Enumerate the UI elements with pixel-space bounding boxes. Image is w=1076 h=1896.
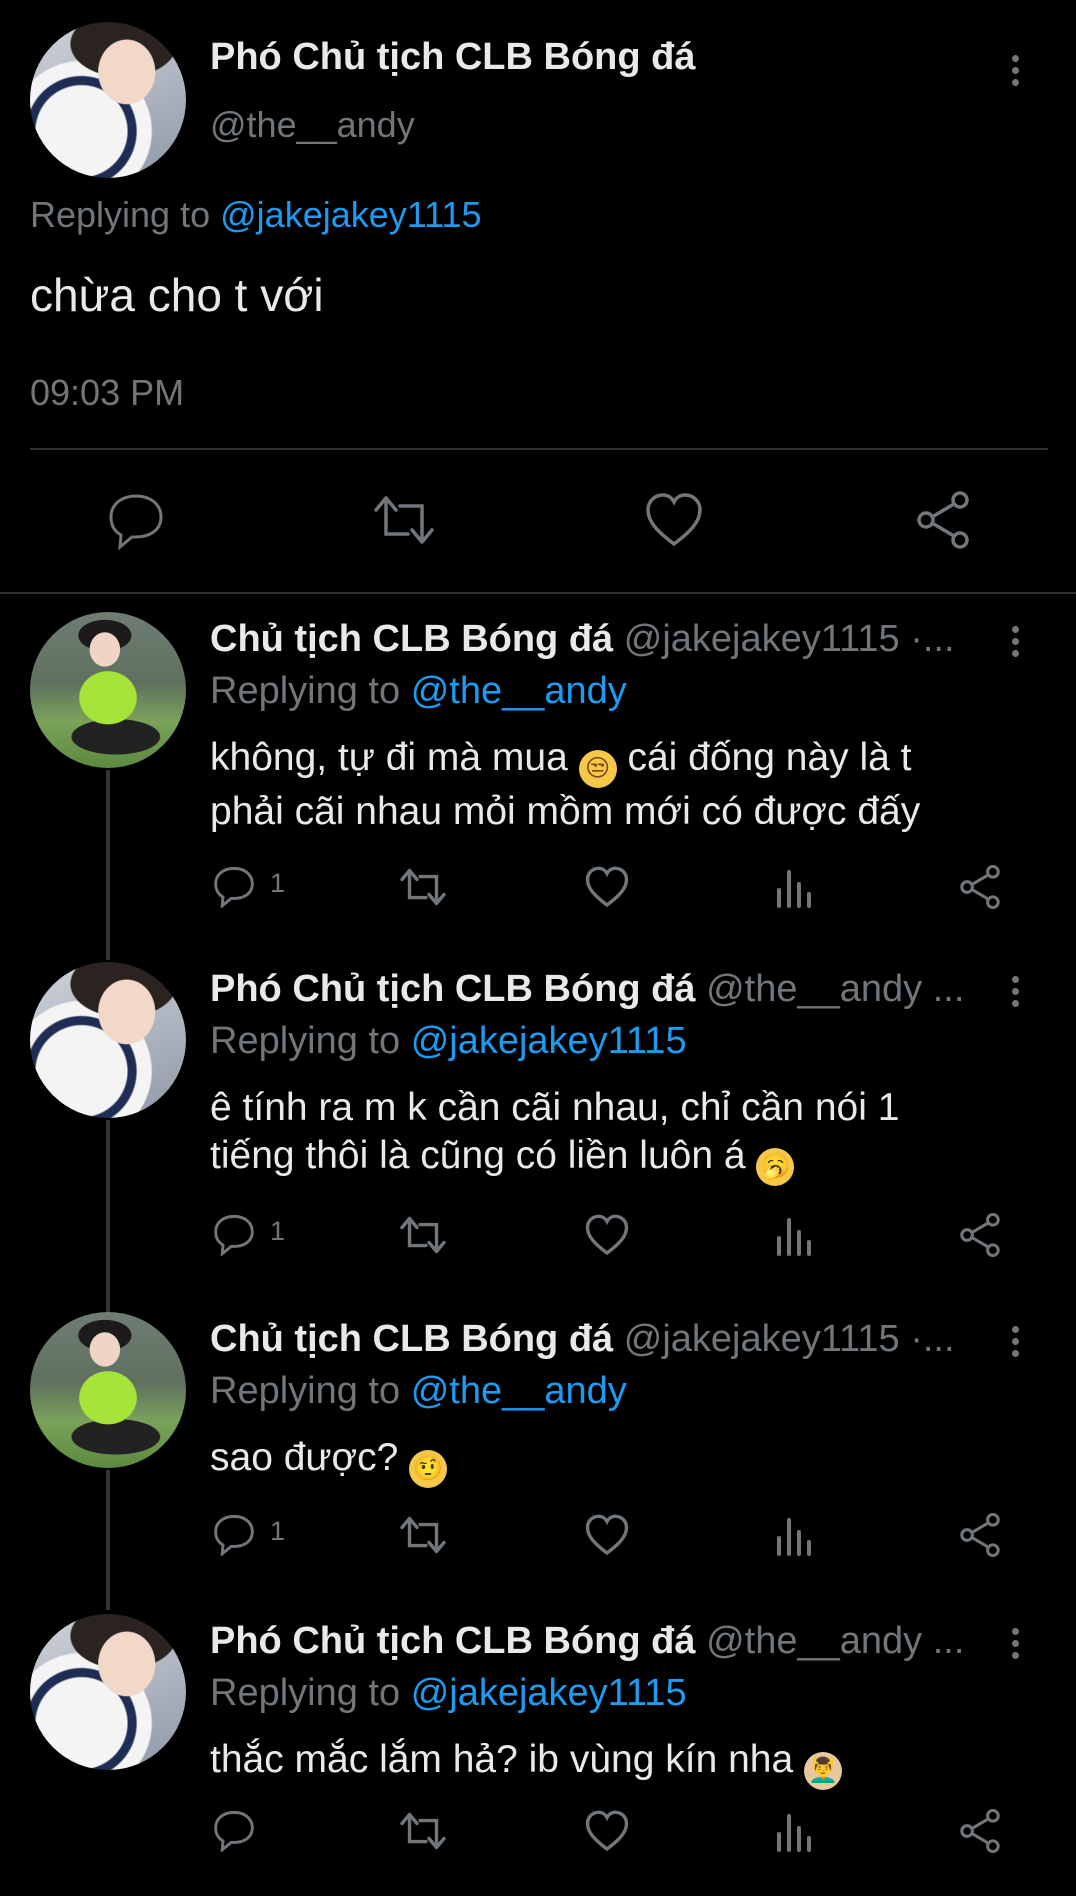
more-vertical-icon[interactable] [1006,1326,1024,1366]
reply-action-bar: 1 [0,1510,1076,1558]
replying-to-line: Replying to @jakejakey1115 [30,194,482,236]
share-icon[interactable] [958,1808,1002,1854]
reply-action-bar: 1 [0,1210,1076,1258]
analytics-icon[interactable] [774,1214,814,1256]
reply-text-line: ê tính ra m k cần cãi nhau, chỉ cần nói … [210,1086,900,1129]
main-action-bar [0,490,1076,550]
retweet-icon[interactable] [398,1810,448,1852]
reply-author-handle[interactable]: @jakejakey1115 ·... [624,618,955,660]
replying-label: Replying to [30,194,211,235]
more-vertical-icon[interactable] [1006,626,1024,666]
avatar-the-andy[interactable] [30,22,186,178]
avatar-the-andy[interactable] [30,962,186,1118]
like-icon[interactable] [584,1810,630,1852]
main-tweet-text: chừa cho t với [30,269,324,321]
retweet-icon[interactable] [398,1214,448,1256]
reply-text-line: sao được? [210,1436,399,1479]
person-massage-emoji-icon: 💆‍♂️ [804,1752,843,1790]
replying-to-line: Replying to @the__andy [210,670,627,713]
divider [30,448,1048,450]
replying-to-link[interactable]: @the__andy [411,1370,627,1412]
main-tweet-time: 09:03 PM [30,372,185,413]
replying-to-line: Replying to @the__andy [210,1370,627,1413]
reply-count: 1 [270,1216,286,1246]
yawning-emoji-icon: 🥱 [756,1148,795,1186]
more-vertical-icon[interactable] [1006,976,1024,1016]
retweet-icon[interactable] [398,866,448,908]
reply-icon[interactable] [212,1808,256,1852]
avatar-jakejakey[interactable] [30,612,186,768]
share-icon[interactable] [958,1512,1002,1558]
main-author-handle[interactable]: @the__andy [210,104,415,146]
replying-label: Replying to [210,1672,401,1714]
more-vertical-icon[interactable] [1006,1628,1024,1668]
share-icon[interactable] [958,864,1002,910]
replying-label: Replying to [210,1020,401,1062]
reply-text-line: phải cãi nhau mỏi mồm mới có được đấy [210,790,921,833]
reply-text-line: cái đống này là t [627,736,912,779]
replying-to-line: Replying to @jakejakey1115 [210,1672,687,1715]
raised-eyebrow-emoji-icon: 🤨 [409,1450,448,1488]
replying-to-link[interactable]: @jakejakey1115 [411,1020,687,1062]
reply-author-handle[interactable]: @the__andy ... [706,968,964,1010]
reply-text: không, tự đi mà mua 😒 cái đống này là t … [210,734,1040,836]
replying-to-line: Replying to @jakejakey1115 [210,1020,687,1063]
reply-author-name[interactable]: Phó Chủ tịch CLB Bóng đá [210,968,696,1010]
replying-to-link[interactable]: @jakejakey1115 [220,194,481,235]
like-icon[interactable] [584,1214,630,1256]
main-author-name[interactable]: Phó Chủ tịch CLB Bóng đá [210,36,696,79]
unamused-emoji-icon: 😒 [578,750,617,788]
reply-count: 1 [270,868,286,898]
reply-author-handle[interactable]: @the__andy ... [706,1620,964,1662]
reply-text: thắc mắc lắm hả? ib vùng kín nha 💆‍♂️ [210,1736,843,1790]
reply-count: 1 [270,1516,286,1546]
reply-header: Chủ tịch CLB Bóng đá @jakejakey1115 ·... [210,618,955,661]
replying-label: Replying to [210,670,401,712]
analytics-icon[interactable] [774,1810,814,1852]
analytics-icon[interactable] [774,1514,814,1556]
like-icon[interactable] [644,492,704,548]
avatar-the-andy[interactable] [30,1614,186,1770]
reply-action-bar: 1 [0,862,1076,910]
replying-label: Replying to [210,1370,401,1412]
more-vertical-icon[interactable] [1006,55,1024,95]
reply-author-handle[interactable]: @jakejakey1115 ·... [624,1318,955,1360]
reply-author-name[interactable]: Chủ tịch CLB Bóng đá [210,618,613,660]
reply-text-line: thắc mắc lắm hả? ib vùng kín nha [210,1738,794,1781]
like-icon[interactable] [584,1514,630,1556]
reply-text-line: không, tự đi mà mua [210,736,568,779]
share-icon[interactable] [914,490,972,550]
retweet-icon[interactable] [372,492,436,548]
reply-icon[interactable] [106,490,166,550]
retweet-icon[interactable] [398,1514,448,1556]
share-icon[interactable] [958,1212,1002,1258]
reply-text: sao được? 🤨 [210,1434,448,1488]
analytics-icon[interactable] [774,866,814,908]
reply-header: Chủ tịch CLB Bóng đá @jakejakey1115 ·... [210,1318,955,1361]
replying-to-link[interactable]: @the__andy [411,670,627,712]
reply-icon[interactable] [212,1512,256,1556]
section-divider [0,592,1076,594]
replying-to-link[interactable]: @jakejakey1115 [411,1672,687,1714]
reply-icon[interactable] [212,864,256,908]
reply-author-name[interactable]: Chủ tịch CLB Bóng đá [210,1318,613,1360]
reply-text: ê tính ra m k cần cãi nhau, chỉ cần nói … [210,1084,1040,1186]
reply-icon[interactable] [212,1212,256,1256]
reply-text-line: tiếng thôi là cũng có liền luôn á [210,1134,746,1177]
avatar-jakejakey[interactable] [30,1312,186,1468]
like-icon[interactable] [584,866,630,908]
reply-action-bar [0,1806,1076,1854]
reply-author-name[interactable]: Phó Chủ tịch CLB Bóng đá [210,1620,696,1662]
reply-header: Phó Chủ tịch CLB Bóng đá @the__andy ... [210,1620,964,1663]
reply-header: Phó Chủ tịch CLB Bóng đá @the__andy ... [210,968,964,1011]
